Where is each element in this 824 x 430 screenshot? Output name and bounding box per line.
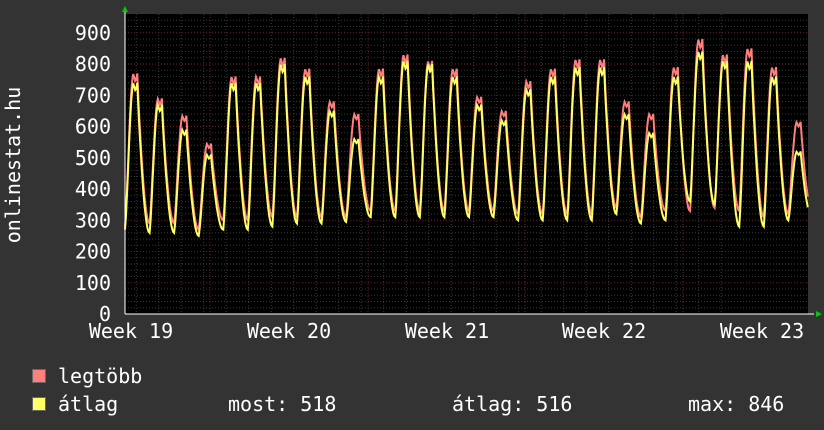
y-tick-label: 800 <box>75 52 111 76</box>
y-tick-label: 700 <box>75 83 111 107</box>
stat-most: most: 518 <box>228 392 337 416</box>
x-tick-label: Week 20 <box>247 319 331 343</box>
y-tick-label: 600 <box>75 115 111 139</box>
legend-swatch-legtobb <box>32 369 46 383</box>
x-axis-arrow-icon <box>816 311 822 317</box>
x-tick-label: Week 22 <box>562 319 646 343</box>
y-axis-arrow-icon <box>122 6 128 12</box>
x-tick-label: Week 23 <box>720 319 804 343</box>
stat-atlag: átlag: 516 <box>452 392 573 416</box>
y-axis-label: onlinestat.hu <box>1 87 25 244</box>
stat-max: max: 846 <box>688 392 785 416</box>
legend-label-legtobb: legtöbb <box>58 364 143 388</box>
y-tick-label: 500 <box>75 146 111 170</box>
y-tick-label: 300 <box>75 208 111 232</box>
x-tick-label: Week 19 <box>89 319 173 343</box>
y-tick-label: 200 <box>75 240 111 264</box>
legend-item-legtobb: legtöbb <box>32 364 142 388</box>
legend-label-atlag: átlag <box>58 392 119 416</box>
y-tick-label: 400 <box>75 177 111 201</box>
legend-swatch-atlag <box>32 397 46 411</box>
legend-item-atlag: átlag <box>32 392 118 416</box>
y-tick-label: 100 <box>75 271 111 295</box>
x-tick-label: Week 21 <box>405 319 489 343</box>
y-tick-label: 900 <box>75 21 111 45</box>
